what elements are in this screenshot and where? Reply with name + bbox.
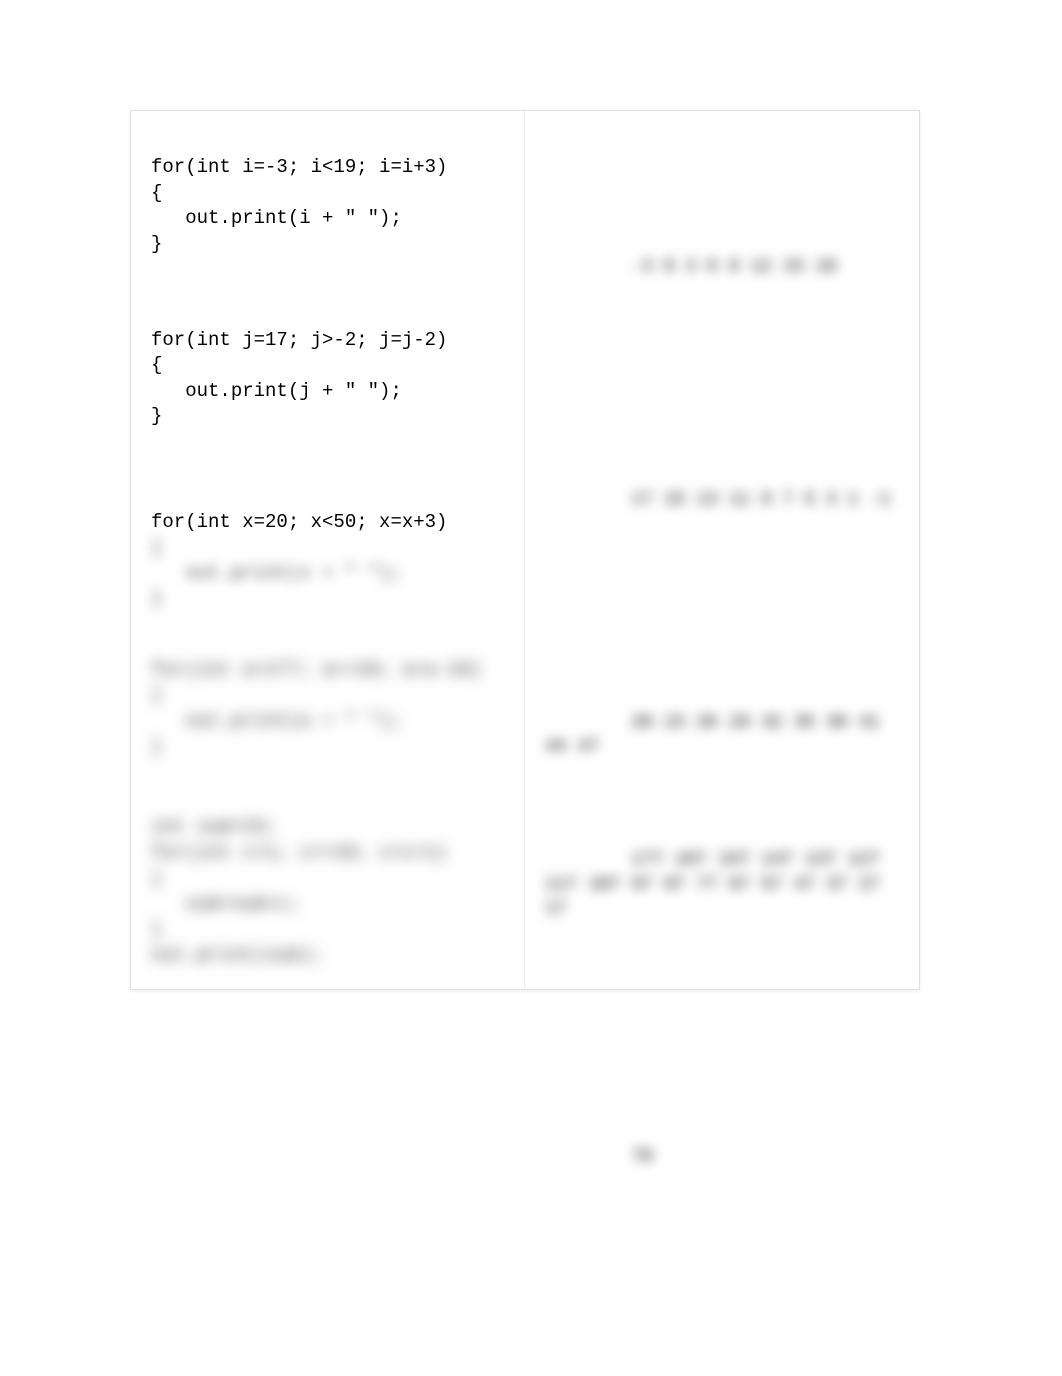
output-column: -3 0 3 6 9 12 15 18 17 15 13 11 9 7 5 3 … [525, 111, 919, 989]
code-block-4-blurred: for(int a=177; a>=10; a=a-10) { out.prin… [151, 658, 504, 761]
code-line-blurred: int sum=15; [151, 816, 276, 838]
output-text: 177 167 157 147 137 127 117 107 97 87 77… [545, 850, 891, 919]
worksheet-page: for(int i=-3; i<19; i=i+3) { out.print(i… [130, 110, 920, 990]
code-line-blurred: { [151, 537, 162, 559]
two-column-layout: for(int i=-3; i<19; i=i+3) { out.print(i… [131, 111, 919, 989]
code-block-5-blurred: int sum=15; for(int c=1; c<=10; c=c+1) {… [151, 815, 504, 969]
output-text: 20 23 26 29 32 35 38 41 44 47 [545, 713, 891, 757]
output-5-blurred: 70 [545, 1120, 899, 1193]
code-line: for(int i=-3; i<19; i=i+3) [151, 156, 447, 178]
code-line: } [151, 233, 162, 255]
code-line: { [151, 354, 162, 376]
code-line-blurred: } [151, 588, 162, 610]
code-block-3: for(int x=20; x<50; x=x+3) { out.print(x… [151, 510, 504, 613]
code-line-blurred: for(int a=177; a>=10; a=a-10) [151, 659, 482, 681]
code-line-blurred: out.print(a + " "); [151, 710, 402, 732]
code-line: for(int x=20; x<50; x=x+3) [151, 511, 447, 533]
code-line: { [151, 182, 162, 204]
code-line: out.print(i + " "); [151, 207, 402, 229]
code-line: for(int j=17; j>-2; j=j-2) [151, 329, 447, 351]
output-text: 17 15 13 11 9 7 5 3 1 -1 [631, 490, 890, 510]
code-line-blurred: out.print(x + " "); [151, 562, 402, 584]
code-block-2: for(int j=17; j>-2; j=j-2) { out.print(j… [151, 328, 504, 431]
code-line-blurred: { [151, 684, 162, 706]
code-line-blurred: for(int c=1; c<=10; c=c+1) [151, 842, 447, 864]
code-line-blurred: out.print(sum); [151, 944, 322, 966]
code-block-1: for(int i=-3; i<19; i=i+3) { out.print(i… [151, 155, 504, 258]
code-line: out.print(j + " "); [151, 380, 402, 402]
output-4-blurred: 177 167 157 147 137 127 117 107 97 87 77… [545, 824, 899, 945]
output-text: 70 [631, 1147, 653, 1167]
code-column: for(int i=-3; i<19; i=i+3) { out.print(i… [131, 111, 525, 989]
code-line-blurred: } [151, 919, 162, 941]
output-3-blurred: 20 23 26 29 32 35 38 41 44 47 [545, 687, 899, 784]
code-line-blurred: } [151, 736, 162, 758]
output-text: -3 0 3 6 9 12 15 18 [631, 257, 836, 277]
code-line-blurred: sum=sum+c; [151, 893, 299, 915]
code-line-blurred: { [151, 868, 162, 890]
code-line: } [151, 405, 162, 427]
output-1-blurred: -3 0 3 6 9 12 15 18 [545, 231, 899, 304]
output-2-blurred: 17 15 13 11 9 7 5 3 1 -1 [545, 464, 899, 537]
